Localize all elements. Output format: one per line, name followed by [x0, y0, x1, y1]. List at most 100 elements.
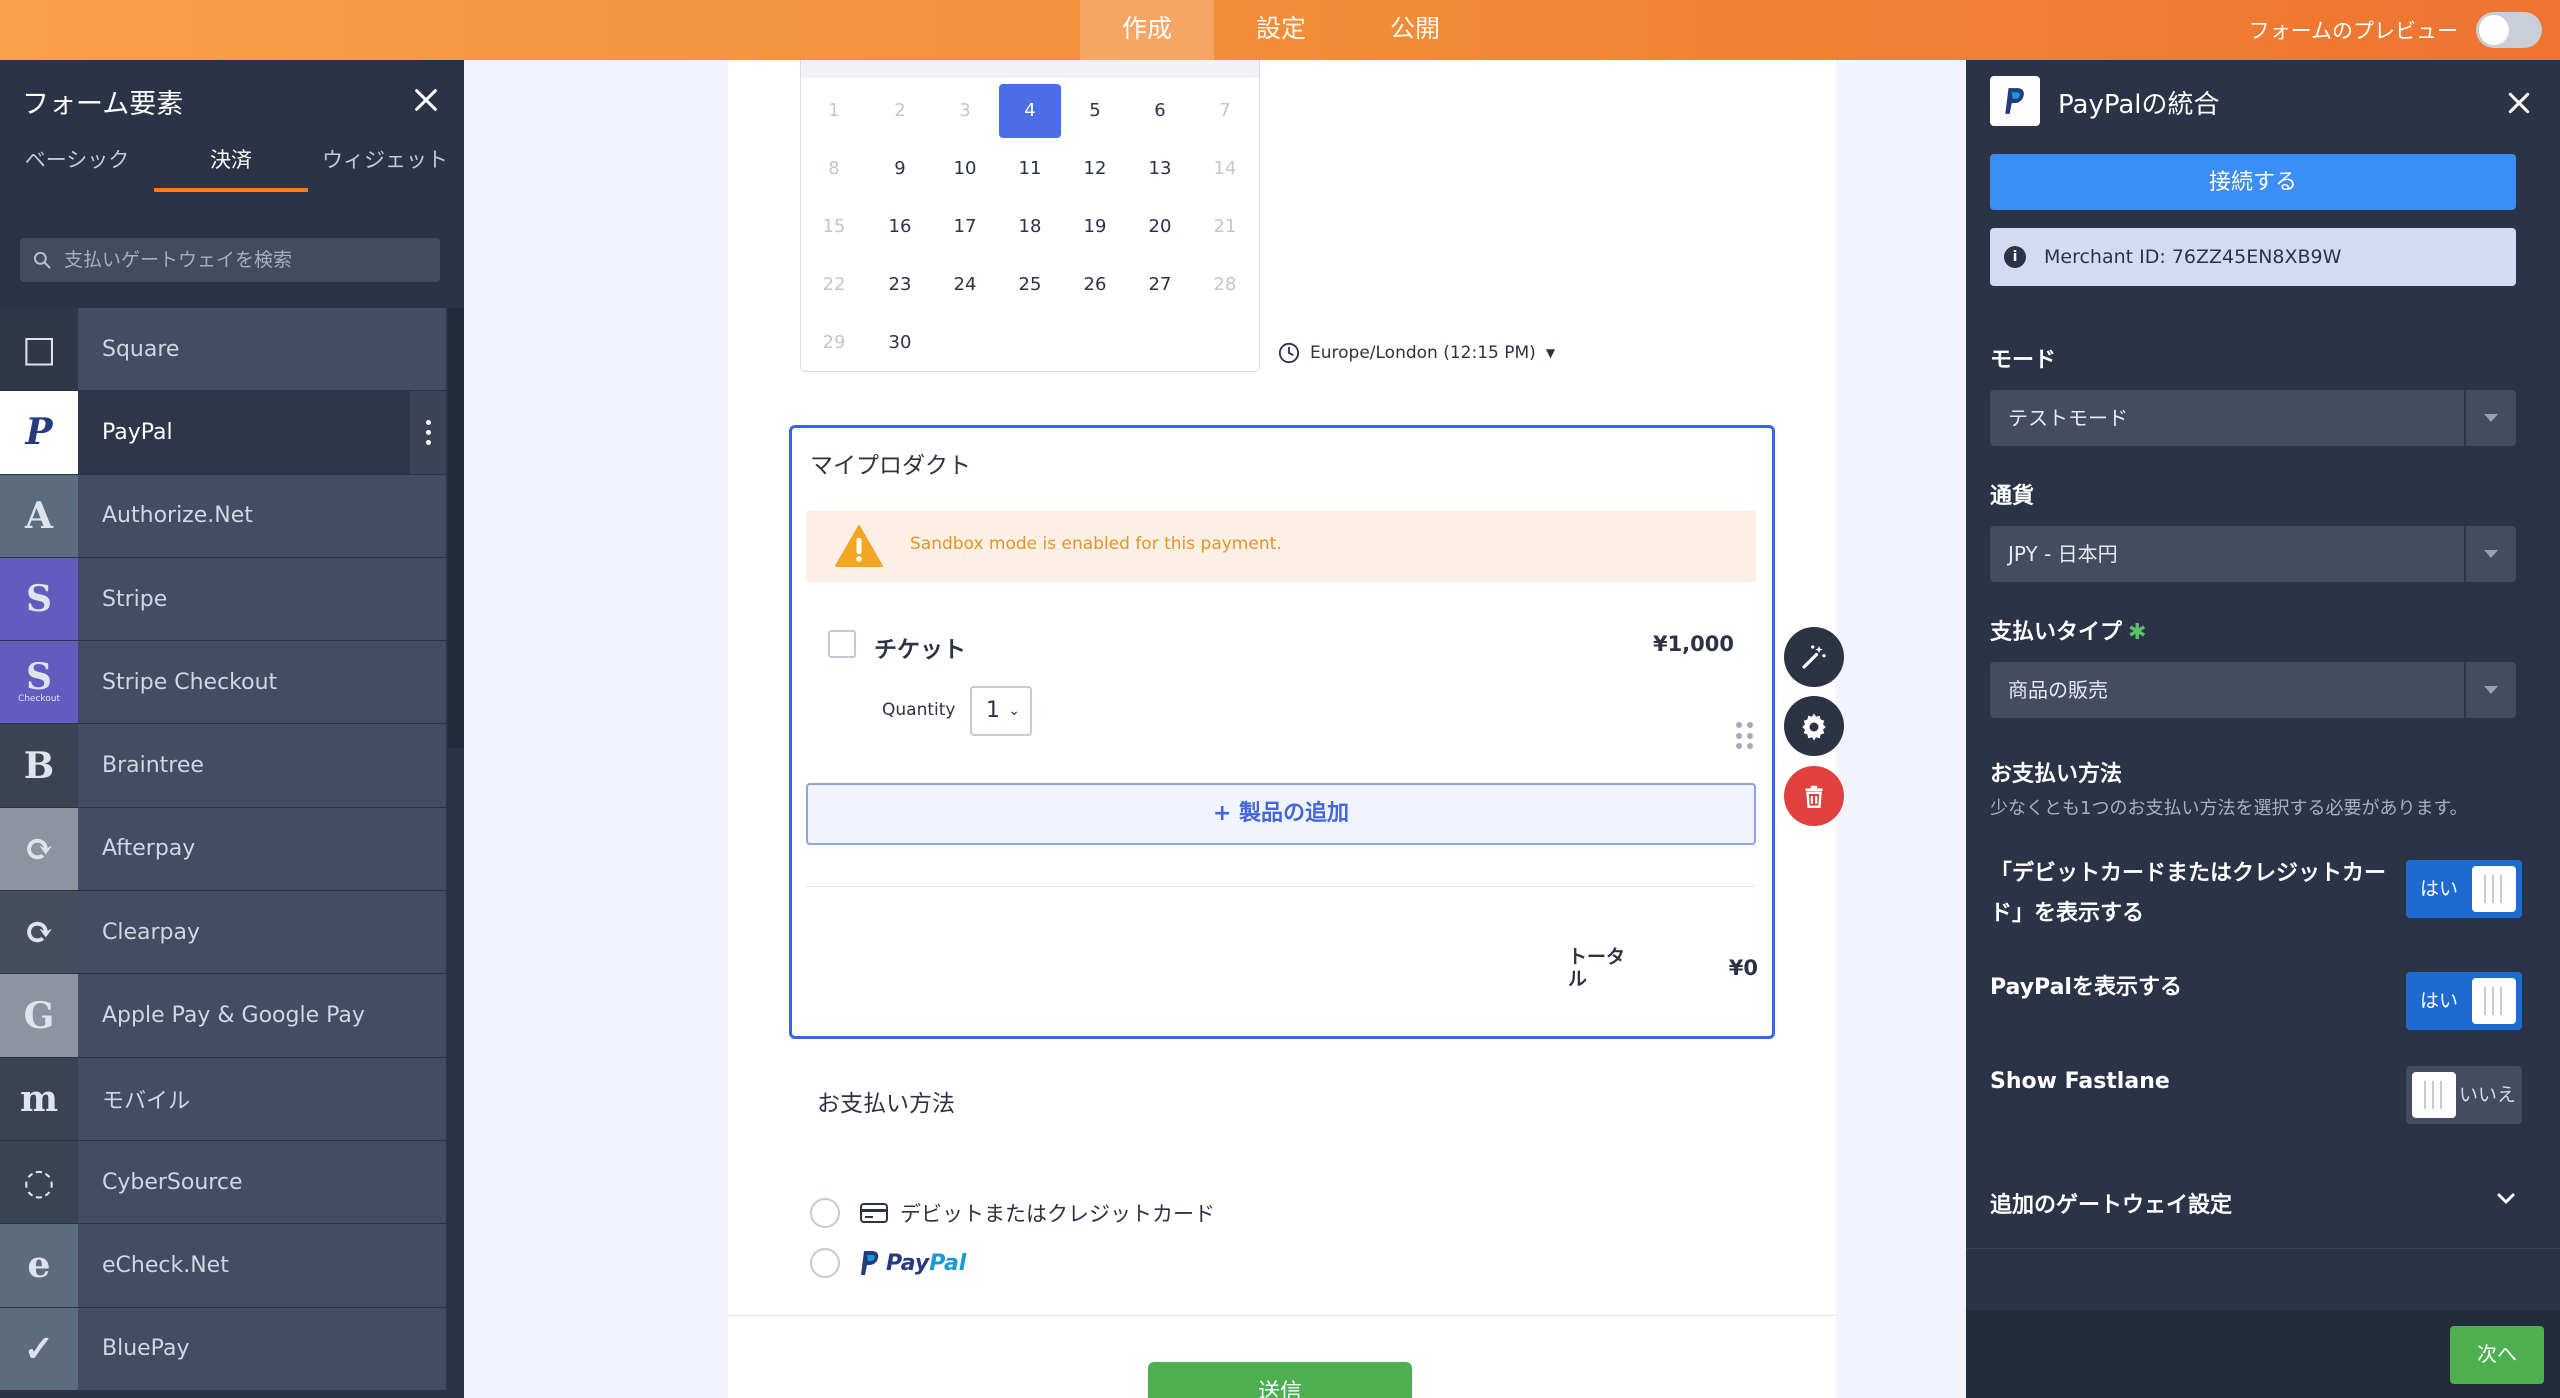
- calendar-day: 8: [828, 158, 840, 179]
- more-options-icon[interactable]: [410, 391, 446, 474]
- calendar-day[interactable]: 12: [1064, 142, 1126, 196]
- gateway-search-input[interactable]: [64, 238, 434, 282]
- sandbox-warning-text: Sandbox mode is enabled for this payment…: [910, 534, 1282, 554]
- payment-option-paypal[interactable]: PayPal: [810, 1248, 966, 1278]
- form-preview-toggle[interactable]: [2476, 12, 2542, 48]
- calendar-day: 21: [1213, 216, 1237, 237]
- tab-settings[interactable]: 設定: [1214, 0, 1348, 60]
- show-fastlane-toggle[interactable]: いいえ: [2406, 1066, 2522, 1124]
- gateway-item[interactable]: ⟳ Clearpay: [0, 891, 446, 975]
- calendar-day[interactable]: 26: [1064, 258, 1126, 312]
- calendar-day[interactable]: 6: [1129, 84, 1191, 138]
- calendar-day[interactable]: 23: [869, 258, 931, 312]
- mode-select[interactable]: テストモード: [1990, 390, 2516, 446]
- additional-gateway-settings[interactable]: 追加のゲートウェイ設定: [1990, 1187, 2530, 1237]
- calendar-day-selected[interactable]: 4: [999, 84, 1061, 138]
- calendar-day[interactable]: 30: [869, 316, 931, 370]
- scrollbar[interactable]: [448, 308, 464, 748]
- next-button[interactable]: 次へ: [2450, 1326, 2544, 1384]
- gateway-item[interactable]: S Checkout Stripe Checkout: [0, 641, 446, 725]
- gateway-item[interactable]: ⟳ Afterpay: [0, 807, 446, 892]
- calendar-day[interactable]: 10: [934, 142, 996, 196]
- drag-handle-icon[interactable]: [1736, 722, 1754, 750]
- panel-header: PayPalの統合: [1966, 60, 2560, 144]
- form-preview-control: フォームのプレビュー: [2249, 0, 2542, 60]
- gateway-item[interactable]: □ Square: [0, 308, 446, 392]
- quantity-select[interactable]: 1 ⌄: [970, 686, 1032, 736]
- payment-type-select[interactable]: 商品の販売: [1990, 662, 2516, 718]
- calendar-day[interactable]: 13: [1129, 142, 1191, 196]
- quantity-value: 1: [986, 698, 1000, 723]
- currency-select[interactable]: JPY - 日本円: [1990, 526, 2516, 582]
- gateway-item[interactable]: B Braintree: [0, 724, 446, 808]
- calendar-day: 14: [1213, 158, 1237, 179]
- calendar-day[interactable]: 27: [1129, 258, 1191, 312]
- tab-publish[interactable]: 公開: [1348, 0, 1482, 60]
- tab-payments[interactable]: 決済: [154, 140, 308, 192]
- tab-widgets[interactable]: ウィジェット: [308, 140, 462, 192]
- close-icon[interactable]: [2506, 90, 2532, 116]
- radio-paypal[interactable]: [810, 1248, 840, 1278]
- mollie-logo-icon: m: [0, 1057, 78, 1140]
- radio-card[interactable]: [810, 1198, 840, 1228]
- search-icon: [33, 251, 51, 269]
- calendar-day[interactable]: 18: [999, 200, 1061, 254]
- caret-down-icon: [2464, 662, 2516, 718]
- divider: [806, 886, 1756, 887]
- gateway-item[interactable]: S Stripe: [0, 557, 446, 642]
- calendar-day[interactable]: 16: [869, 200, 931, 254]
- gateway-item[interactable]: m モバイル: [0, 1057, 446, 1141]
- magic-wand-button[interactable]: [1784, 627, 1844, 687]
- show-card-toggle[interactable]: はい: [2406, 860, 2522, 918]
- gateway-item[interactable]: A Authorize.Net: [0, 474, 446, 558]
- toggle-knob: [2472, 866, 2516, 912]
- gateway-item[interactable]: ✓ BluePay: [0, 1307, 446, 1391]
- tab-build[interactable]: 作成: [1080, 0, 1215, 60]
- gateway-label: PayPal: [102, 419, 173, 445]
- calendar-day[interactable]: 11: [999, 142, 1061, 196]
- gateway-item[interactable]: ◌ CyberSource: [0, 1140, 446, 1225]
- calendar-day[interactable]: 9: [869, 142, 931, 196]
- calendar: 1 2 3 4 5 6 7 8 9 10 11 12 13 14 15 16 17 18 19 20 21 22 23 24 2…: [800, 60, 1260, 372]
- settings-button[interactable]: [1784, 696, 1844, 756]
- delete-button[interactable]: [1784, 766, 1844, 826]
- gateway-item[interactable]: G Apple Pay & Google Pay: [0, 974, 446, 1058]
- afterpay-logo-icon: ⟳: [0, 807, 78, 891]
- calendar-day[interactable]: 25: [999, 258, 1061, 312]
- calendar-day[interactable]: 17: [934, 200, 996, 254]
- gateway-label: BluePay: [102, 1336, 190, 1362]
- panel-tabs: ベーシック 決済 ウィジェット: [0, 140, 464, 192]
- authorize-net-logo-icon: A: [0, 474, 78, 557]
- paypal-icon: [861, 1251, 879, 1275]
- calendar-day: 29: [822, 332, 846, 353]
- calendar-day[interactable]: 5: [1064, 84, 1126, 138]
- submit-button[interactable]: 送信: [1148, 1362, 1412, 1398]
- calendar-day[interactable]: 24: [934, 258, 996, 312]
- calendar-day: 22: [822, 274, 846, 295]
- paypal-wordmark-pay: Pay: [886, 1250, 930, 1276]
- add-product-button[interactable]: + 製品の追加: [806, 783, 1756, 845]
- timezone-selector[interactable]: Europe/London (12:15 PM) ▼: [1278, 342, 1555, 364]
- calendar-day[interactable]: 19: [1064, 200, 1126, 254]
- sandbox-warning: Sandbox mode is enabled for this payment…: [806, 510, 1756, 582]
- gateway-label: Stripe Checkout: [102, 669, 278, 695]
- show-paypal-toggle[interactable]: はい: [2406, 972, 2522, 1030]
- payment-option-card[interactable]: デビットまたはクレジットカード: [810, 1198, 1215, 1228]
- gateway-item[interactable]: P PayPal: [0, 391, 446, 475]
- calendar-day[interactable]: 20: [1129, 200, 1191, 254]
- calendar-day: 3: [959, 100, 971, 121]
- toggle-value: はい: [2420, 990, 2459, 1012]
- product-list-widget[interactable]: マイプロダクト Sandbox mode is enabled for this…: [789, 425, 1775, 1039]
- tab-basic[interactable]: ベーシック: [0, 140, 154, 192]
- connect-button[interactable]: 接続する: [1990, 154, 2516, 210]
- calendar-day: 1: [828, 100, 840, 121]
- form-canvas: 1 2 3 4 5 6 7 8 9 10 11 12 13 14 15 16 17 18 19 20 21 22 23 24 2…: [464, 60, 2450, 1398]
- stripe-checkout-logo-icon: S Checkout: [0, 641, 78, 724]
- product-price: ¥1,000: [1652, 632, 1734, 656]
- close-icon[interactable]: [412, 86, 440, 114]
- gateway-item[interactable]: e eCheck.Net: [0, 1224, 446, 1308]
- panel-title: PayPalの統合: [2058, 90, 2220, 120]
- product-checkbox[interactable]: [828, 630, 856, 658]
- gateway-label: Stripe: [102, 586, 168, 612]
- toggle-value: はい: [2420, 878, 2459, 900]
